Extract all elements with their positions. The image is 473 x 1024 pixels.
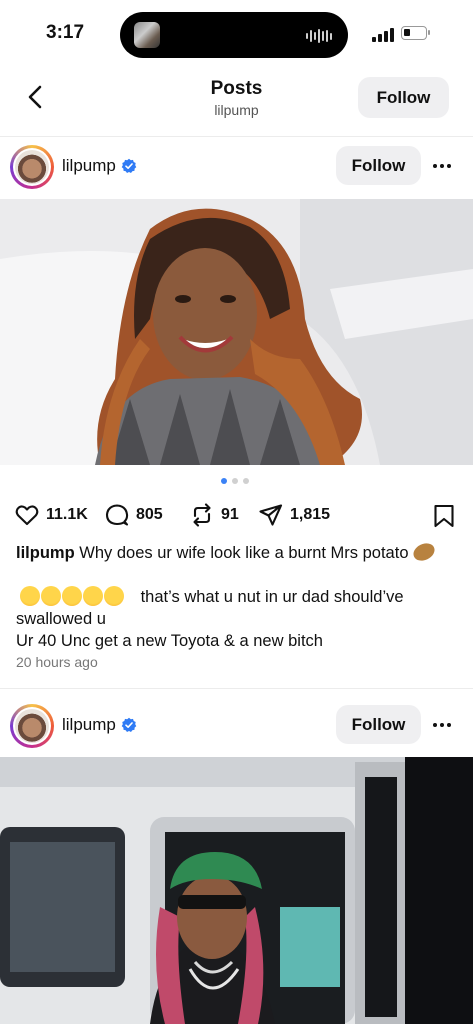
username-text: lilpump: [62, 715, 116, 734]
post-caption-continued: that’s what u nut in ur dad should’ve sw…: [16, 586, 456, 652]
now-playing-artwork: [134, 22, 160, 48]
post-header: lilpump Follow: [0, 696, 473, 758]
post-caption: lilpump Why does ur wife look like a bur…: [16, 540, 456, 564]
verified-badge-icon: [121, 717, 137, 732]
post-username[interactable]: lilpump: [62, 156, 137, 176]
repost-icon: [193, 503, 211, 527]
repost-count: 91: [221, 506, 239, 523]
post-image[interactable]: [0, 757, 473, 1024]
comment-count: 805: [136, 506, 163, 523]
avatar[interactable]: [10, 704, 54, 748]
more-options-icon[interactable]: [433, 716, 459, 734]
cellular-signal-icon: [372, 28, 394, 42]
verified-badge-icon: [121, 158, 137, 173]
caption-username[interactable]: lilpump: [16, 544, 75, 562]
like-count: 11.1K: [46, 506, 88, 523]
comment-button[interactable]: 805: [104, 502, 163, 528]
post-header: lilpump Follow: [0, 137, 473, 199]
repost-button[interactable]: 91: [189, 502, 239, 528]
dynamic-island[interactable]: [120, 12, 348, 58]
post-follow-button[interactable]: Follow: [336, 705, 421, 744]
post-divider: [0, 688, 473, 689]
header-follow-button[interactable]: Follow: [358, 77, 449, 118]
status-bar: 3:17: [0, 0, 473, 66]
caption-text: Why does ur wife look like a burnt Mrs p…: [79, 544, 409, 562]
share-count: 1,815: [290, 506, 331, 523]
rofl-emoji-group-icon: [16, 586, 136, 608]
potato-emoji-icon: [410, 540, 437, 564]
share-button[interactable]: 1,815: [258, 502, 330, 528]
post-actions-bar: 11.1K 805 91 1,815: [0, 500, 473, 532]
status-time: 3:17: [46, 22, 85, 43]
post-follow-button[interactable]: Follow: [336, 146, 421, 185]
heart-icon: [15, 505, 39, 526]
comment-bubble-icon: [105, 504, 129, 526]
post-username[interactable]: lilpump: [62, 715, 137, 735]
battery-icon: [401, 26, 430, 40]
username-text: lilpump: [62, 156, 116, 175]
caption-line-3: Ur 40 Unc get a new Toyota & a new bitch: [16, 632, 323, 650]
send-icon: [259, 504, 283, 526]
bookmark-icon[interactable]: [431, 503, 457, 529]
carousel-indicator: [221, 478, 249, 484]
more-options-icon[interactable]: [433, 157, 459, 175]
page-header: Posts lilpump Follow: [0, 66, 473, 130]
post-timestamp: 20 hours ago: [16, 654, 98, 670]
post-image[interactable]: [0, 199, 473, 465]
like-button[interactable]: 11.1K: [14, 502, 88, 528]
audio-waveform-icon: [306, 29, 332, 43]
avatar[interactable]: [10, 145, 54, 189]
